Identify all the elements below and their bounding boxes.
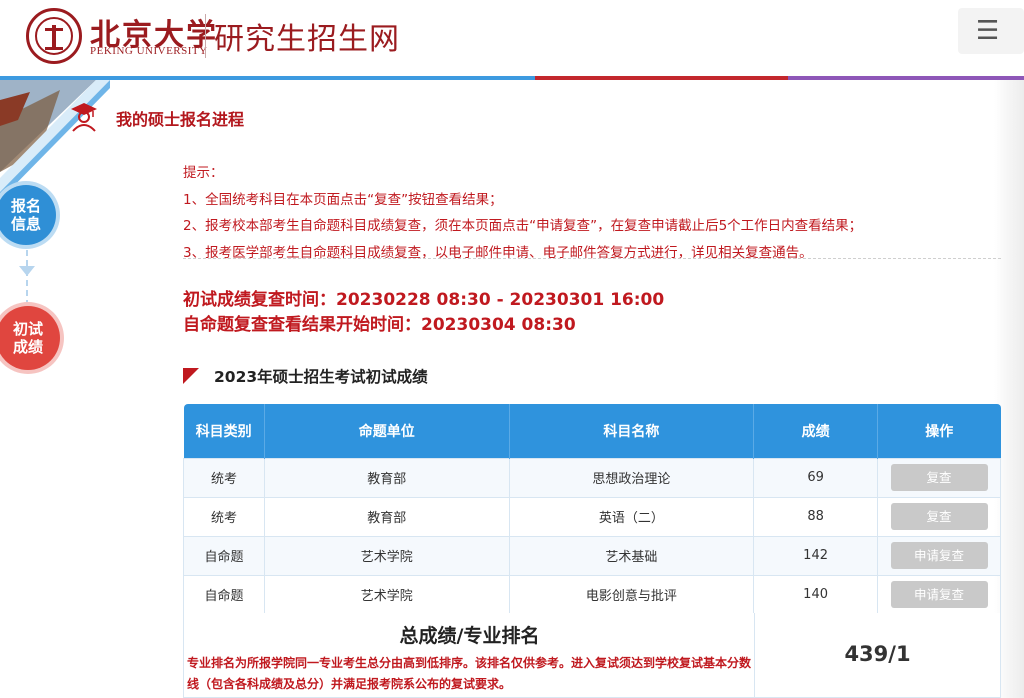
cell-category: 自命题 — [183, 574, 265, 615]
cell-score: 88 — [753, 496, 878, 537]
cell-action: 复查 — [877, 457, 1001, 498]
table-row: 自命题 艺术学院 艺术基础 142 申请复查 — [183, 535, 1001, 576]
cell-subject: 思想政治理论 — [508, 457, 755, 498]
col-header-action: 操作 — [877, 404, 1001, 458]
table-row: 统考 教育部 英语（二） 88 复查 — [183, 496, 1001, 537]
stripe-segment-purple — [788, 76, 1024, 80]
graduate-icon — [71, 103, 97, 132]
step-initial-scores[interactable]: 初试成绩 — [0, 306, 60, 370]
cell-category: 统考 — [183, 457, 265, 498]
cell-score: 69 — [753, 457, 878, 498]
total-score-row: 总成绩/专业排名 专业排名为所报学院同一专业考生总分由高到低排序。该排名仅供参考… — [183, 613, 1001, 698]
total-score-title: 总成绩/专业排名 — [399, 625, 540, 647]
col-header-unit: 命题单位 — [264, 404, 510, 458]
cell-unit: 教育部 — [263, 496, 510, 537]
cell-subject: 英语（二） — [508, 496, 755, 537]
recheck-time: 初试成绩复查时间：20230228 08:30 - 20230301 16:00 — [183, 290, 665, 310]
recheck-button[interactable]: 复查 — [890, 464, 988, 491]
cell-category: 统考 — [183, 496, 265, 537]
table-header-row: 科目类别 命题单位 科目名称 成绩 操作 — [183, 404, 1001, 458]
menu-button[interactable]: ☰ — [958, 8, 1024, 54]
page-title: 我的硕士报名进程 — [116, 110, 245, 129]
cell-subject: 艺术基础 — [508, 535, 755, 576]
step-connector-arrow-icon — [19, 266, 35, 276]
tips-heading: 提示： — [183, 165, 224, 181]
tips-divider — [183, 258, 1001, 259]
stripe-segment-red — [535, 76, 788, 80]
cell-action: 申请复查 — [877, 574, 1001, 615]
logo-english-name: PEKING UNIVERSITY — [90, 45, 208, 57]
ranking-note: 专业排名为所报学院同一专业考生总分由高到低排序。该排名仅供参考。进入复试须达到学… — [187, 656, 752, 691]
cell-score: 140 — [753, 574, 878, 615]
tip-item: 1、全国统考科目在本页面点击“复查”按钮查看结果； — [183, 191, 503, 208]
score-table: 科目类别 命题单位 科目名称 成绩 操作 统考 教育部 思想政治理论 69 复查… — [183, 404, 1001, 615]
table-row: 自命题 艺术学院 电影创意与批评 140 申请复查 — [183, 574, 1001, 615]
step-label: 初试成绩 — [12, 320, 43, 356]
col-header-subject: 科目名称 — [509, 404, 755, 458]
cell-unit: 教育部 — [263, 457, 510, 498]
apply-recheck-button[interactable]: 申请复查 — [890, 581, 988, 608]
total-score-value: 439/1 — [844, 642, 911, 666]
section-title: 2023年硕士招生考试初试成绩 — [214, 368, 428, 386]
cell-category: 自命题 — [183, 535, 265, 576]
table-row: 统考 教育部 思想政治理论 69 复查 — [183, 457, 1001, 498]
col-header-score: 成绩 — [753, 404, 878, 458]
tip-item: 2、报考校本部考生自命题科目成绩复查，须在本页面点击“申请复查”，在复查申请截止… — [183, 218, 863, 234]
tip-item: 3、报考医学部考生自命题科目成绩复查，以电子邮件申请、电子邮件答复方式进行，详见… — [183, 244, 813, 261]
step-connector-line — [26, 250, 28, 306]
logo-divider — [205, 14, 206, 58]
cell-subject: 电影创意与批评 — [508, 574, 755, 615]
recheck-time-block: 初试成绩复查时间：20230228 08:30 - 20230301 16:00… — [183, 288, 664, 338]
cell-action: 申请复查 — [877, 535, 1001, 576]
cell-unit: 艺术学院 — [263, 574, 510, 615]
step-label: 报名信息 — [10, 197, 41, 233]
col-header-category: 科目类别 — [183, 404, 265, 458]
cell-unit: 艺术学院 — [263, 535, 510, 576]
section-flag-icon — [183, 368, 199, 384]
site-header: 北京大学 PEKING UNIVERSITY 研究生招生网 ☰ — [0, 0, 1024, 76]
pku-seal-logo[interactable] — [26, 8, 82, 64]
apply-recheck-button[interactable]: 申请复查 — [890, 542, 988, 569]
header-color-stripe — [0, 76, 1024, 80]
seal-emblem-icon — [35, 17, 73, 55]
stripe-segment-blue-2 — [280, 76, 535, 80]
cell-action: 复查 — [877, 496, 1001, 537]
recheck-button[interactable]: 复查 — [890, 503, 988, 530]
hamburger-icon: ☰ — [976, 16, 1000, 46]
cell-score: 142 — [753, 535, 878, 576]
self-exam-result-time: 自命题复查查看结果开始时间：20230304 08:30 — [183, 315, 576, 335]
site-title[interactable]: 研究生招生网 — [214, 14, 400, 58]
total-score-label-cell: 总成绩/专业排名 专业排名为所报学院同一专业考生总分由高到低排序。该排名仅供参考… — [184, 613, 755, 698]
tips-block: 提示： 1、全国统考科目在本页面点击“复查”按钮查看结果； 2、报考校本部考生自… — [183, 160, 1003, 266]
